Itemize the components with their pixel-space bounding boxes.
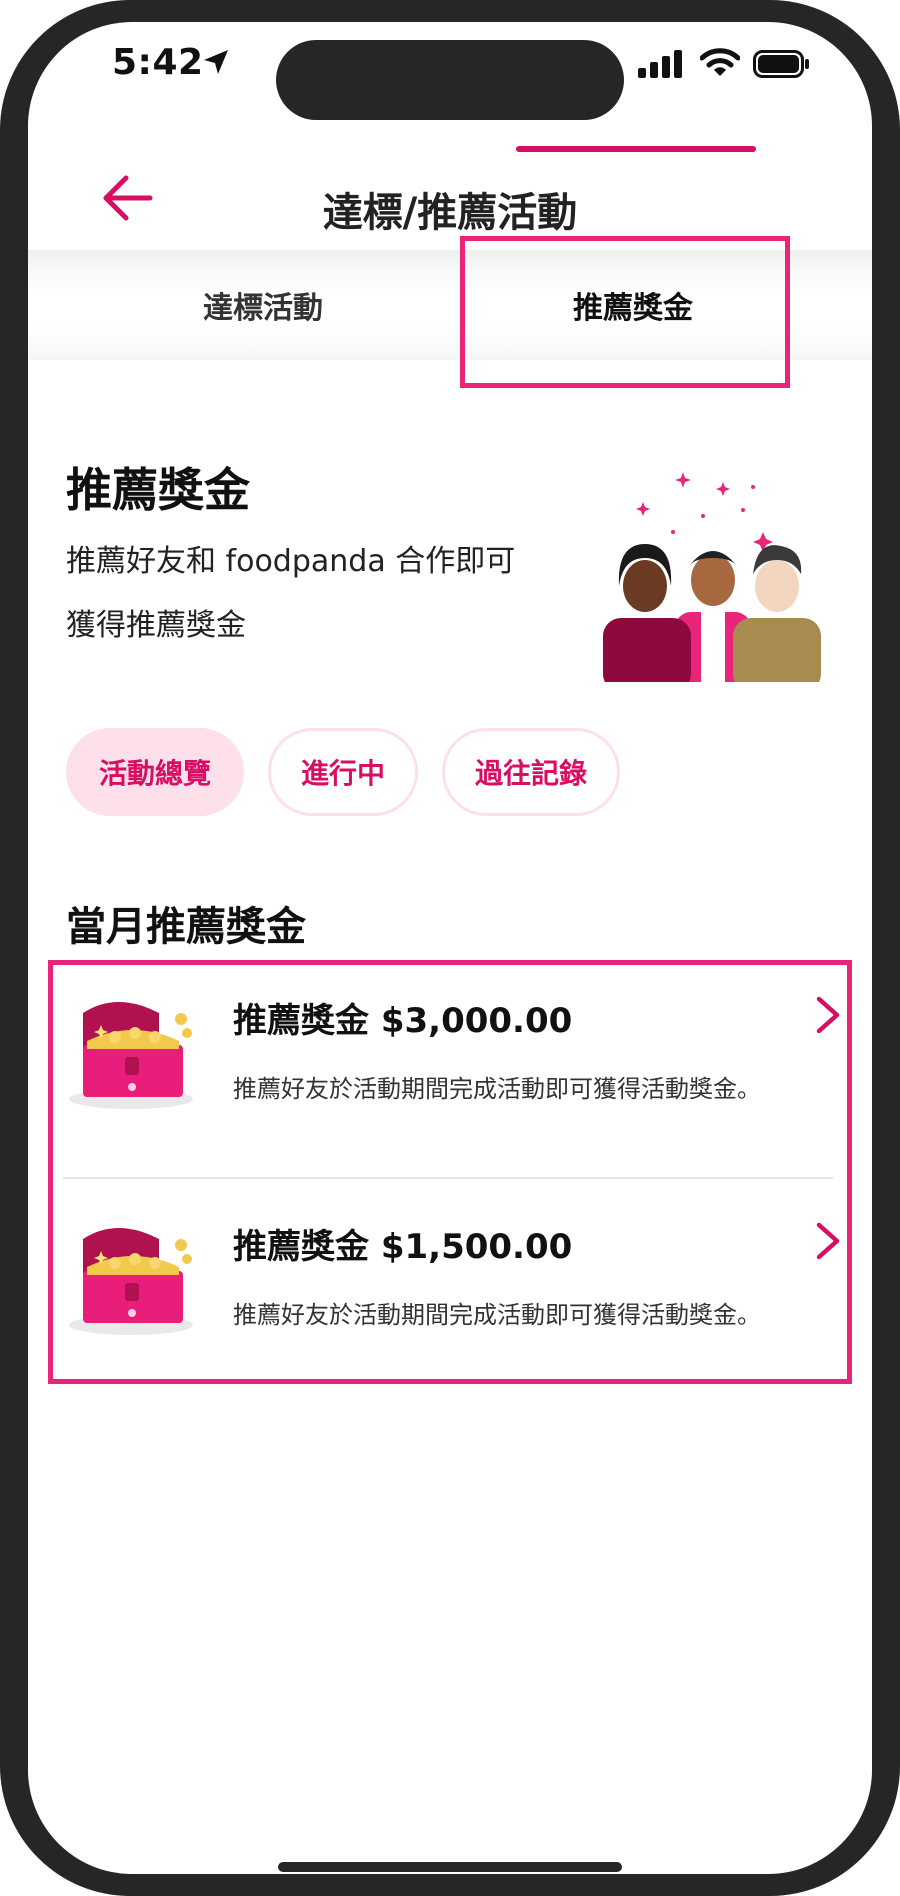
- chevron-right-icon[interactable]: [815, 1221, 841, 1261]
- status-time: 5:42: [112, 42, 204, 83]
- chevron-right-icon[interactable]: [815, 995, 841, 1035]
- home-indicator: [278, 1862, 622, 1872]
- reward-description: 推薦好友於活動期間完成活動即可獲得活動獎金。: [233, 1301, 761, 1329]
- section-title: 當月推薦獎金: [66, 904, 306, 950]
- page-title: 達標/推薦活動: [322, 190, 578, 236]
- location-arrow-icon: [204, 50, 228, 74]
- list-divider: [63, 1177, 833, 1179]
- wifi-icon: [700, 48, 740, 76]
- app-screen: 5:42 達標/推薦活動 達標活動 推薦獎金 推薦獎金 推薦好友和 foodpa…: [28, 22, 872, 1874]
- chip-overview[interactable]: 活動總覽: [66, 728, 245, 816]
- filter-chips: 活動總覽 進行中 過往記錄: [66, 728, 621, 816]
- hero-desc-line1: 推薦好友和 foodpanda 合作即可: [66, 544, 516, 579]
- friends-illustration: [603, 472, 821, 682]
- reward-title: 推薦獎金 $3,000.00: [233, 1001, 573, 1041]
- treasure-chest-icon: [69, 1002, 193, 1109]
- reward-item[interactable]: 推薦獎金 $1,500.00 推薦好友於活動期間完成活動即可獲得活動獎金。: [53, 1191, 847, 1397]
- reward-title: 推薦獎金 $1,500.00: [233, 1227, 573, 1267]
- tab-milestone[interactable]: 達標活動: [98, 250, 428, 360]
- chip-history[interactable]: 過往記錄: [442, 728, 621, 816]
- phone-frame: 5:42 達標/推薦活動 達標活動 推薦獎金 推薦獎金 推薦好友和 foodpa…: [0, 0, 900, 1896]
- highlight-box-tab: [460, 236, 790, 388]
- hero-title: 推薦獎金: [66, 463, 250, 517]
- signal-icon: [638, 50, 682, 78]
- hero-description: 推薦好友和 foodpanda 合作即可 獲得推薦獎金: [66, 530, 516, 658]
- reward-description: 推薦好友於活動期間完成活動即可獲得活動獎金。: [233, 1075, 761, 1103]
- treasure-chest-icon: [69, 1228, 193, 1335]
- battery-icon: [753, 50, 809, 78]
- reward-item[interactable]: 推薦獎金 $3,000.00 推薦好友於活動期間完成活動即可獲得活動獎金。: [53, 965, 847, 1179]
- dynamic-island: [276, 40, 624, 120]
- active-tab-indicator: [516, 146, 756, 152]
- chip-in-progress[interactable]: 進行中: [268, 728, 419, 816]
- reward-list: 推薦獎金 $3,000.00 推薦好友於活動期間完成活動即可獲得活動獎金。 推薦…: [48, 960, 852, 1384]
- hero-desc-line2: 獲得推薦獎金: [66, 608, 246, 643]
